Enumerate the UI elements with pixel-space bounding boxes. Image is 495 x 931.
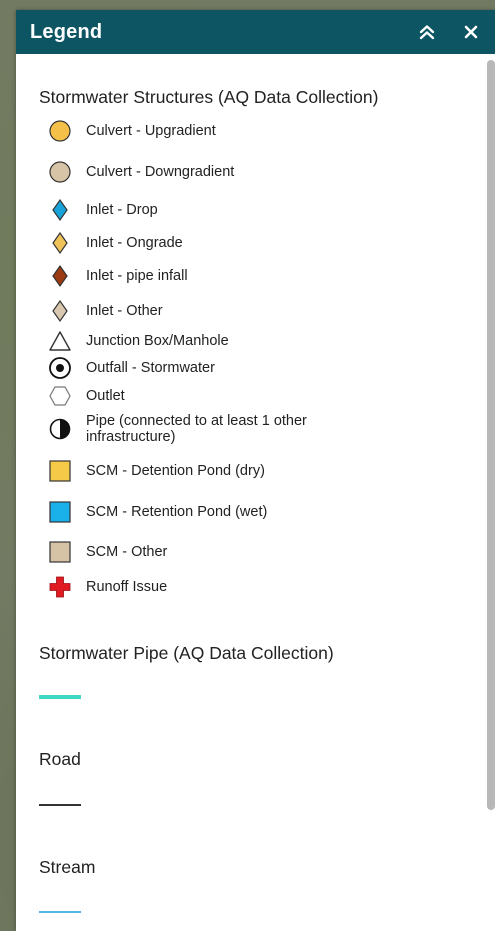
legend-item-label: Culvert - Downgradient (86, 164, 235, 180)
layer-title-stream: Stream (39, 857, 96, 877)
legend-item-label: Runoff Issue (86, 579, 168, 595)
legend-item: Culvert - Downgradient (48, 160, 234, 184)
legend-item: Inlet - Other (48, 299, 163, 323)
panel-title: Legend (30, 20, 103, 43)
legend-item: SCM - Other (48, 540, 167, 564)
inlet-pipe-infall-icon (48, 264, 72, 288)
legend-item: SCM - Detention Pond (dry) (48, 459, 265, 483)
target-icon (48, 356, 72, 380)
legend-item-label: Inlet - Other (86, 303, 163, 319)
detention-pond-icon (48, 459, 72, 483)
legend-item-label: Junction Box/Manhole (86, 333, 229, 349)
legend-item-label: SCM - Detention Pond (dry) (86, 463, 265, 479)
legend-item-label: Inlet - Ongrade (86, 235, 183, 251)
legend-item-label: Inlet - pipe infall (86, 268, 188, 284)
pipe-line-symbol (39, 695, 81, 699)
inlet-ongrade-icon (48, 231, 72, 255)
retention-pond-icon (48, 500, 72, 524)
legend-item: Runoff Issue (48, 575, 167, 599)
stream-line-symbol (39, 911, 81, 913)
legend-header: Legend (16, 10, 495, 54)
legend-item: Inlet - Drop (48, 198, 158, 222)
double-chevron-up-icon[interactable] (415, 20, 439, 44)
layer-title-road: Road (39, 749, 81, 769)
legend-item-label: SCM - Other (86, 544, 168, 560)
legend-panel: Legend Stormwater Structures (AQ Data Co… (16, 10, 495, 931)
scrollbar[interactable] (487, 60, 495, 810)
legend-item: SCM - Retention Pond (wet) (48, 500, 267, 524)
legend-item-label: Outlet (86, 388, 125, 404)
legend-item: Culvert - Upgradient (48, 119, 216, 143)
half-circle-icon (48, 417, 72, 441)
layer-title-structures: Stormwater Structures (AQ Data Collectio… (39, 87, 379, 107)
inlet-drop-icon (48, 198, 72, 222)
legend-item: Outfall - Stormwater (48, 356, 215, 380)
culvert-downgradient-icon (48, 160, 72, 184)
legend-item-label: Culvert - Upgradient (86, 123, 216, 139)
legend-item-label: Inlet - Drop (86, 202, 158, 218)
legend-content[interactable]: Stormwater Structures (AQ Data Collectio… (16, 54, 481, 931)
legend-item: Inlet - pipe infall (48, 264, 188, 288)
inlet-other-icon (48, 299, 72, 323)
legend-item: Junction Box/Manhole (48, 329, 229, 353)
culvert-upgradient-icon (48, 119, 72, 143)
legend-item-label: SCM - Retention Pond (wet) (86, 504, 268, 520)
legend-item: Pipe (connected to at least 1 other infr… (48, 413, 356, 445)
red-cross-icon (48, 575, 72, 599)
close-icon[interactable] (459, 20, 483, 44)
hexagon-icon (48, 384, 72, 408)
triangle-icon (48, 329, 72, 353)
legend-item: Inlet - Ongrade (48, 231, 183, 255)
legend-item-label: Outfall - Stormwater (86, 360, 215, 376)
legend-item-label: Pipe (connected to at least 1 other infr… (86, 413, 307, 445)
scm-other-icon (48, 540, 72, 564)
layer-title-pipe: Stormwater Pipe (AQ Data Collection) (39, 643, 334, 663)
legend-item: Outlet (48, 384, 125, 408)
road-line-symbol (39, 804, 81, 806)
